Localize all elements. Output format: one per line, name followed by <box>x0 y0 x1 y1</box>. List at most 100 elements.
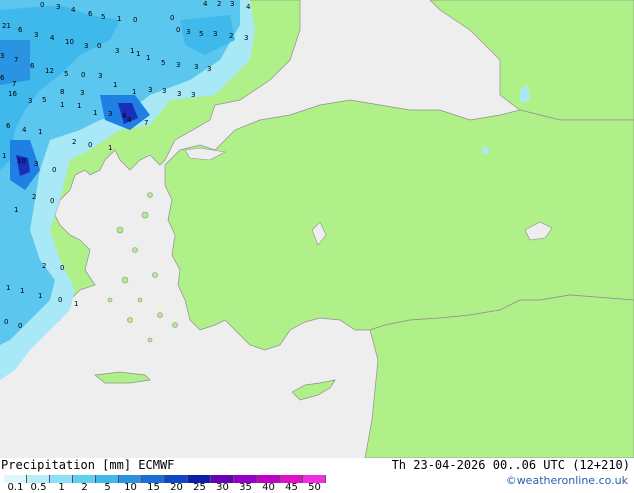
colorbar-tick-label: 40 <box>262 482 275 493</box>
precip-value: 4 <box>246 3 251 11</box>
precip-value: 3 <box>148 86 152 94</box>
precip-value: 3 <box>28 97 32 105</box>
precip-value: 1 <box>77 102 81 110</box>
precip-value: 5 <box>199 30 203 38</box>
precip-value: 10 <box>17 157 26 165</box>
precip-value: 0 <box>170 14 174 22</box>
colorbar-tick-label: 0.1 <box>7 482 24 493</box>
colorbar-tick-label: 50 <box>308 482 321 493</box>
colorbar-tick-label: 15 <box>147 482 160 493</box>
precip-value: 0 <box>60 264 64 272</box>
precip-value: 0 <box>88 141 92 149</box>
precip-value: 3 <box>98 72 102 80</box>
colorbar-tick-label: 20 <box>170 482 183 493</box>
colorbar-tick-label: 2 <box>81 482 88 493</box>
precipitation-map[interactable]: 0 3 4 6 5 1 0 4 2 3 4 0 21 6 3 4 10 3 0 … <box>0 0 634 458</box>
precip-value: 3 <box>230 0 234 8</box>
precip-value: 7 <box>14 56 18 64</box>
colorbar-tick-label: 1 <box>58 482 65 493</box>
precip-value: 4 <box>50 34 55 42</box>
precip-value: 1 <box>2 152 6 160</box>
precip-value: 0 <box>97 42 101 50</box>
precip-value: 1 <box>20 287 24 295</box>
precip-value: 1 <box>6 284 10 292</box>
precip-value: 1 <box>136 50 140 58</box>
precip-value: 1 <box>14 206 18 214</box>
precip-value: 0 <box>176 26 180 34</box>
colorbar-tick-label: 35 <box>239 482 252 493</box>
precip-value: 0 <box>133 16 137 24</box>
colorbar-tick-label: 0.5 <box>30 482 47 493</box>
precip-value: 7 <box>144 119 148 127</box>
precip-value: 3 <box>207 65 211 73</box>
precip-value: 4 <box>127 116 132 124</box>
precip-value: 3 <box>108 110 112 118</box>
colorbar-tick-label: 30 <box>216 482 229 493</box>
precip-value: 0 <box>81 71 85 79</box>
precip-value: 3 <box>80 89 84 97</box>
precip-value: 0 <box>50 197 54 205</box>
precip-value: 3 <box>176 61 180 69</box>
colorbar-tick-label: 5 <box>104 482 111 493</box>
map-footer: Precipitation [mm] ECMWF Th 23-04-2026 0… <box>0 458 634 493</box>
precip-value: 3 <box>177 90 181 98</box>
precip-value: 1 <box>60 101 64 109</box>
precip-value: 3 <box>186 28 190 36</box>
colorbar-tick-label: 25 <box>193 482 206 493</box>
precip-value: 5 <box>64 70 68 78</box>
precip-value: 10 <box>65 38 74 46</box>
precip-value: 1 <box>146 54 150 62</box>
precip-value: 4 <box>203 0 208 8</box>
precip-value: 3 <box>0 52 4 60</box>
precip-value: 6 <box>30 62 35 70</box>
precip-value: 1 <box>130 47 134 55</box>
precip-value: 16 <box>8 90 17 98</box>
precip-value: 1 <box>113 81 117 89</box>
precip-value: 2 <box>42 262 46 270</box>
precip-value: 1 <box>108 144 112 152</box>
precip-value: 1 <box>38 128 42 136</box>
precip-value: 3 <box>34 160 38 168</box>
credit-link[interactable]: ©weatheronline.co.uk <box>506 474 628 487</box>
precip-value: 3 <box>191 91 195 99</box>
precip-value: 0 <box>18 322 22 330</box>
precip-value: 3 <box>56 3 60 11</box>
legend-title-row: Precipitation [mm] ECMWF <box>1 458 174 472</box>
precip-value: 3 <box>84 42 88 50</box>
precip-value: 2 <box>72 138 76 146</box>
precip-value: 5 <box>101 13 105 21</box>
legend-title: Precipitation [mm] <box>1 458 132 472</box>
precip-value: 6 <box>18 26 23 34</box>
precip-value: 4 <box>22 126 27 134</box>
colorbar-ticks: 0.1 0.5 1 2 5 10 15 20 25 30 35 40 45 50 <box>0 482 340 493</box>
model-name: ECMWF <box>138 458 175 472</box>
precip-value: 0 <box>4 318 8 326</box>
precip-value: 8 <box>60 88 64 96</box>
precip-value: 1 <box>132 88 136 96</box>
precip-value: 1 <box>93 109 97 117</box>
precip-value: 21 <box>2 22 11 30</box>
colorbar-tick-label: 45 <box>285 482 298 493</box>
precip-value: 3 <box>162 87 166 95</box>
precip-value: 3 <box>34 31 38 39</box>
precip-value: 1 <box>74 300 78 308</box>
precip-value: 5 <box>42 96 46 104</box>
precip-value: 0 <box>40 1 44 9</box>
precip-value: 7 <box>12 80 16 88</box>
precip-value: 1 <box>38 292 42 300</box>
precip-value: 0 <box>58 296 62 304</box>
precip-value: 6 <box>0 74 5 82</box>
precip-value: 3 <box>194 63 198 71</box>
precip-value: 2 <box>217 0 221 8</box>
precip-value: 5 <box>161 59 165 67</box>
precip-value: 3 <box>244 34 248 42</box>
precip-value: 3 <box>213 30 217 38</box>
valid-time: Th 23-04-2026 00..06 UTC (12+210) <box>391 458 630 472</box>
precip-value: 12 <box>45 67 54 75</box>
colorbar-tick-label: 10 <box>124 482 137 493</box>
precip-value: 4 <box>71 6 76 14</box>
precip-value: 2 <box>229 32 233 40</box>
precip-value: 1 <box>117 15 121 23</box>
precip-value: 6 <box>6 122 11 130</box>
precip-value: 2 <box>32 193 36 201</box>
